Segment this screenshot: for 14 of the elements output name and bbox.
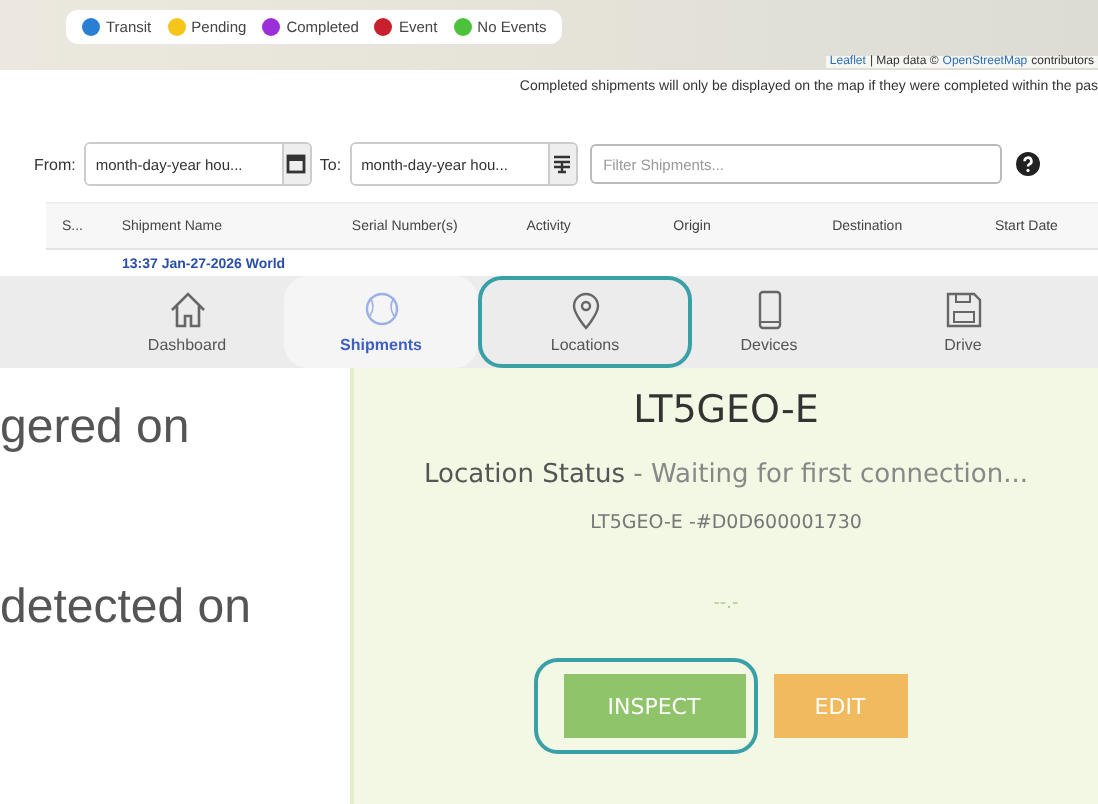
device-id: LT5GEO-E -#D0D600001730	[590, 512, 862, 534]
globe-icon	[361, 290, 401, 330]
body-text: detected on	[0, 578, 253, 638]
nav-tab[interactable]: Dashboard	[90, 276, 284, 368]
device-title: LT5GEO-E	[633, 388, 819, 432]
home-icon	[167, 290, 207, 330]
reading-value: --.-	[713, 594, 739, 614]
nav-tab[interactable]: Drive	[866, 276, 1060, 368]
to-label: To:	[319, 155, 342, 173]
from-label: From:	[34, 155, 76, 173]
location-status: Location Status - Waiting for first connection...	[423, 460, 1028, 490]
help-icon[interactable]	[1015, 152, 1040, 176]
body-text: gered on	[0, 398, 192, 458]
nav-tab[interactable]: Shipments	[284, 276, 478, 368]
